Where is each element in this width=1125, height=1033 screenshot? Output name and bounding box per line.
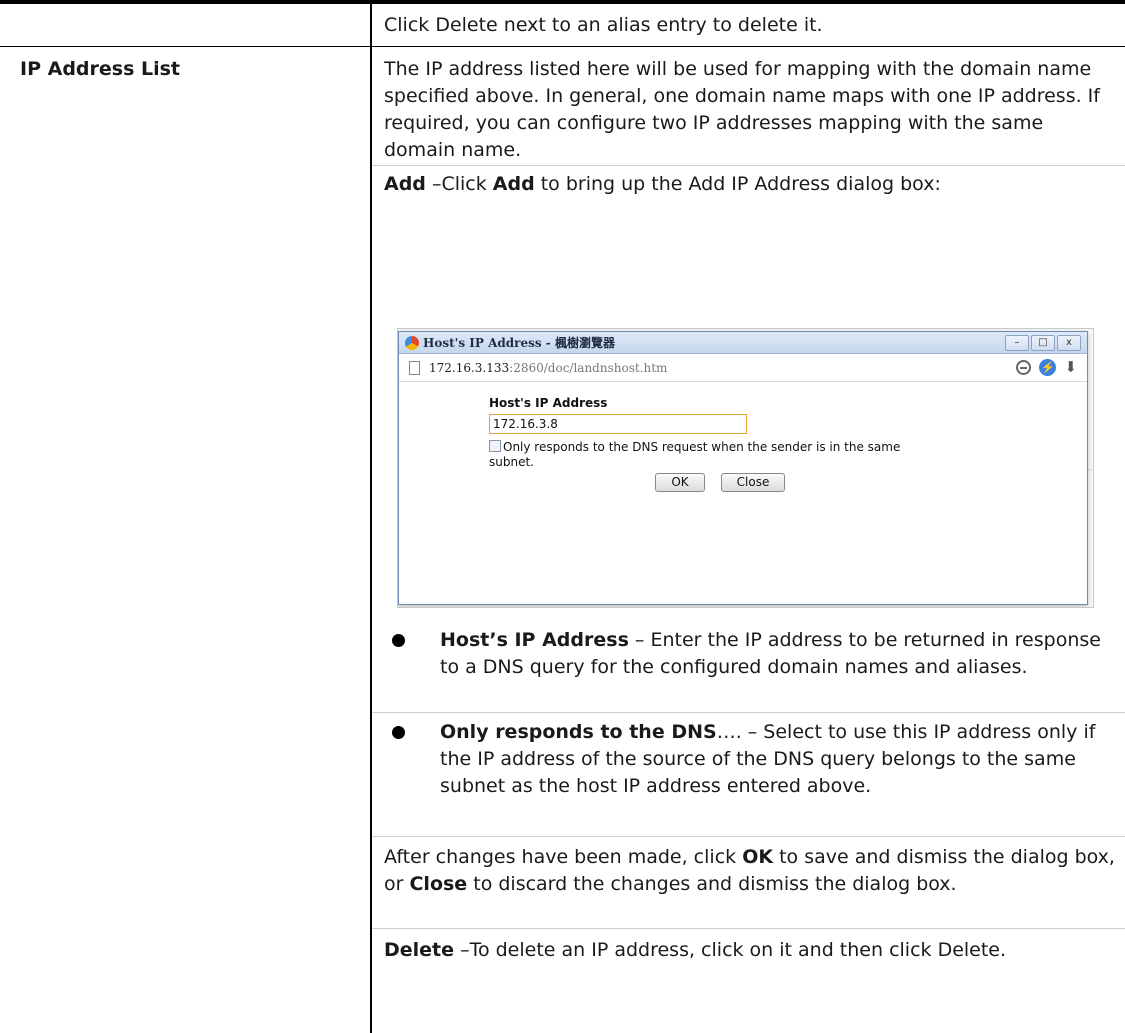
window-title: Host's IP Address - 楓樹瀏覽器	[423, 336, 615, 350]
after-changes-text: After changes have been made, click OK t…	[384, 844, 1119, 898]
ok-keyword: OK	[742, 846, 774, 868]
add-text-2: to bring up the Add IP Address dialog bo…	[534, 173, 941, 195]
speed-dial-icon[interactable]: ⚡	[1039, 359, 1057, 376]
list-item: Host’s IP Address – Enter the IP address…	[384, 627, 1119, 681]
paragraph-separator	[372, 836, 1125, 837]
dialog-buttons: OK Close	[655, 473, 909, 492]
add-keyword: Add	[384, 173, 426, 195]
ok-button[interactable]: OK	[655, 473, 705, 492]
url-host: 172.16.3.133	[429, 361, 510, 375]
close-button[interactable]: Close	[721, 473, 785, 492]
maximize-button[interactable]: □	[1031, 335, 1055, 351]
download-icon[interactable]: ⬇	[1064, 359, 1077, 376]
table-top-border	[0, 0, 1125, 4]
same-subnet-option: Only responds to the DNS request when th…	[489, 440, 909, 470]
bullet-term: Host’s IP Address	[440, 629, 629, 651]
host-ip-label: Host's IP Address	[489, 396, 608, 410]
browser-logo-icon	[405, 336, 419, 350]
host-ip-input[interactable]: 172.16.3.8	[489, 414, 747, 434]
delete-instruction: Delete –To delete an IP address, click o…	[384, 937, 1119, 964]
ip-address-list-label: IP Address List	[20, 58, 181, 80]
add-text-1: –Click	[425, 173, 493, 195]
field-descriptions: Only responds to the DNS…. – Select to u…	[384, 719, 1119, 800]
url-path: :2860/doc/landnshost.htm	[509, 361, 668, 375]
same-subnet-checkbox[interactable]	[489, 440, 501, 452]
address-bar[interactable]: 172.16.3.133:2860/doc/landnshost.htm ⚡ ⬇	[399, 354, 1087, 382]
address-bar-tools: ⚡ ⬇	[1016, 359, 1077, 376]
dialog-screenshot: Host's IP Address - 楓樹瀏覽器 – □ x 172.16.3…	[397, 328, 1094, 608]
delete-text: –To delete an IP address, click on it an…	[454, 939, 1007, 961]
bullet-icon	[392, 726, 405, 739]
page-icon	[409, 361, 420, 375]
after-text-3: to discard the changes and dismiss the d…	[467, 873, 957, 895]
paragraph-separator	[372, 928, 1125, 929]
minimize-button[interactable]: –	[1005, 335, 1029, 351]
bullet-term: Only responds to the DNS	[440, 721, 717, 743]
host-ip-form: Host's IP Address 172.16.3.8 Only respon…	[489, 396, 909, 492]
paragraph-separator	[372, 712, 1125, 713]
after-text-1: After changes have been made, click	[384, 846, 743, 868]
row-divider	[0, 46, 1125, 47]
close-window-button[interactable]: x	[1057, 335, 1081, 351]
field-descriptions: Host’s IP Address – Enter the IP address…	[384, 627, 1119, 681]
add-keyword-2: Add	[492, 173, 535, 195]
column-divider	[370, 0, 372, 1033]
delete-keyword: Delete	[384, 939, 455, 961]
paragraph-separator	[372, 165, 1125, 166]
window-title-bar: Host's IP Address - 楓樹瀏覽器 – □ x	[399, 332, 1087, 354]
ip-address-list-intro: The IP address listed here will be used …	[384, 58, 1100, 161]
alias-delete-description: Click Delete next to an alias entry to d…	[384, 14, 823, 36]
add-instruction: Add –Click Add to bring up the Add IP Ad…	[384, 171, 1119, 198]
browser-popup-window: Host's IP Address - 楓樹瀏覽器 – □ x 172.16.3…	[398, 331, 1088, 605]
same-subnet-label: Only responds to the DNS request when th…	[489, 440, 901, 469]
zoom-out-icon[interactable]	[1016, 360, 1032, 375]
close-keyword: Close	[409, 873, 468, 895]
list-item: Only responds to the DNS…. – Select to u…	[384, 719, 1119, 800]
bullet-icon	[392, 634, 405, 647]
window-controls: – □ x	[1005, 335, 1081, 351]
